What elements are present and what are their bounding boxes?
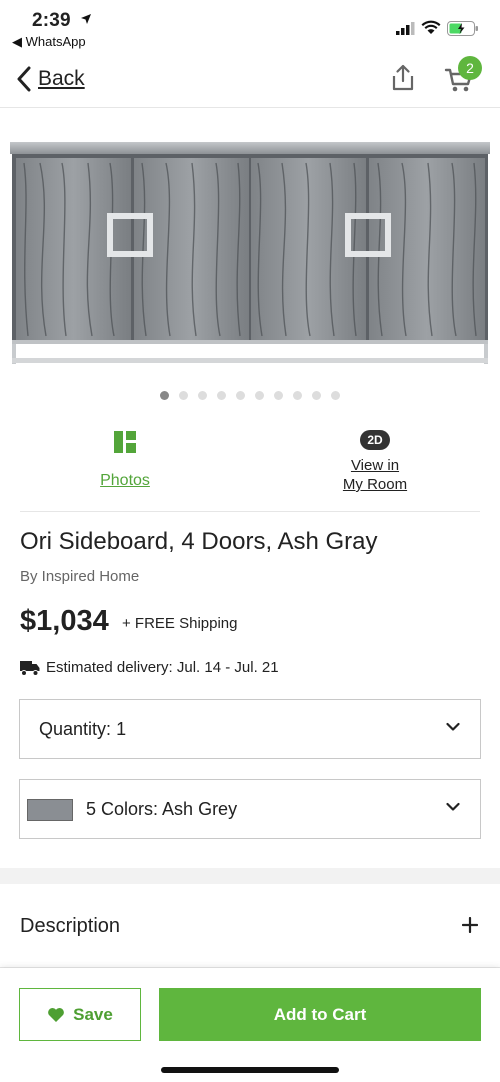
chevron-left-icon [17, 66, 31, 92]
gallery-pagination [0, 391, 500, 400]
quantity-value: 1 [116, 719, 127, 739]
gallery-dot[interactable] [160, 391, 169, 400]
color-text: 5 Colors: Ash Grey [86, 799, 237, 820]
product-title: Ori Sideboard, 4 Doors, Ash Gray [20, 528, 378, 555]
chevron-down-icon [446, 722, 460, 731]
share-icon[interactable] [390, 64, 416, 92]
chevron-down-icon [446, 802, 460, 811]
view-in-room-tab[interactable]: 2D View in My Room [310, 425, 440, 494]
gallery-dot[interactable] [331, 391, 340, 400]
location-arrow-icon [81, 14, 91, 24]
heart-icon [48, 1007, 64, 1022]
home-indicator [161, 1067, 339, 1073]
gallery-dot[interactable] [312, 391, 321, 400]
color-value: Ash Grey [162, 799, 238, 819]
2d-badge: 2D [360, 430, 390, 450]
save-label: Save [73, 1004, 113, 1024]
quantity-text: Quantity: 1 [39, 719, 126, 740]
save-button[interactable]: Save [19, 988, 141, 1041]
my-room-label: My Room [342, 476, 408, 493]
quantity-select[interactable]: Quantity: 1 [19, 699, 481, 759]
color-select[interactable]: 5 Colors: Ash Grey [19, 779, 481, 839]
quantity-label: Quantity: [39, 719, 112, 739]
back-to-app-link[interactable]: ◀ WhatsApp [12, 34, 86, 50]
gallery-dot[interactable] [236, 391, 245, 400]
gallery-dot[interactable] [217, 391, 226, 400]
wifi-icon [421, 20, 441, 34]
add-to-cart-button[interactable]: Add to Cart [159, 988, 481, 1041]
description-label: Description [20, 915, 121, 937]
status-bar: 2:39 ◀ WhatsApp [0, 0, 500, 52]
delivery-estimate: Estimated delivery: Jul. 14 - Jul. 21 [20, 659, 279, 676]
gallery-dot[interactable] [293, 391, 302, 400]
divider [20, 511, 480, 512]
view-options: Photos 2D View in My Room [0, 425, 500, 505]
view-in-room-label: View in My Room [310, 456, 440, 494]
battery-charging-icon [447, 21, 478, 36]
back-button[interactable]: Back [16, 66, 85, 92]
plus-icon [462, 917, 478, 933]
photos-tab[interactable]: Photos [60, 425, 190, 490]
truck-icon [20, 660, 40, 676]
product-image[interactable] [0, 108, 500, 380]
shipping-note: + FREE Shipping [122, 615, 238, 632]
gallery-dot[interactable] [274, 391, 283, 400]
clock: 2:39 [32, 10, 71, 31]
section-separator [0, 868, 500, 884]
photos-grid-icon [114, 431, 136, 453]
top-navigation: Back 2 [0, 52, 500, 108]
product-brand[interactable]: By Inspired Home [20, 568, 139, 585]
gallery-dot[interactable] [179, 391, 188, 400]
bottom-action-bar: Save Add to Cart [0, 968, 500, 1082]
gallery-dot[interactable] [255, 391, 264, 400]
product-price: $1,034 [20, 605, 109, 637]
description-accordion[interactable]: Description [0, 884, 500, 968]
delivery-text: Estimated delivery: Jul. 14 - Jul. 21 [46, 659, 279, 676]
cart-count-badge: 2 [458, 56, 482, 80]
view-in-label: View in [350, 457, 400, 474]
color-swatch [27, 799, 73, 821]
cellular-signal-icon [396, 22, 415, 35]
gallery-dot[interactable] [198, 391, 207, 400]
color-label: 5 Colors: [86, 799, 159, 819]
back-label: Back [38, 67, 85, 90]
photos-label: Photos [100, 472, 150, 489]
